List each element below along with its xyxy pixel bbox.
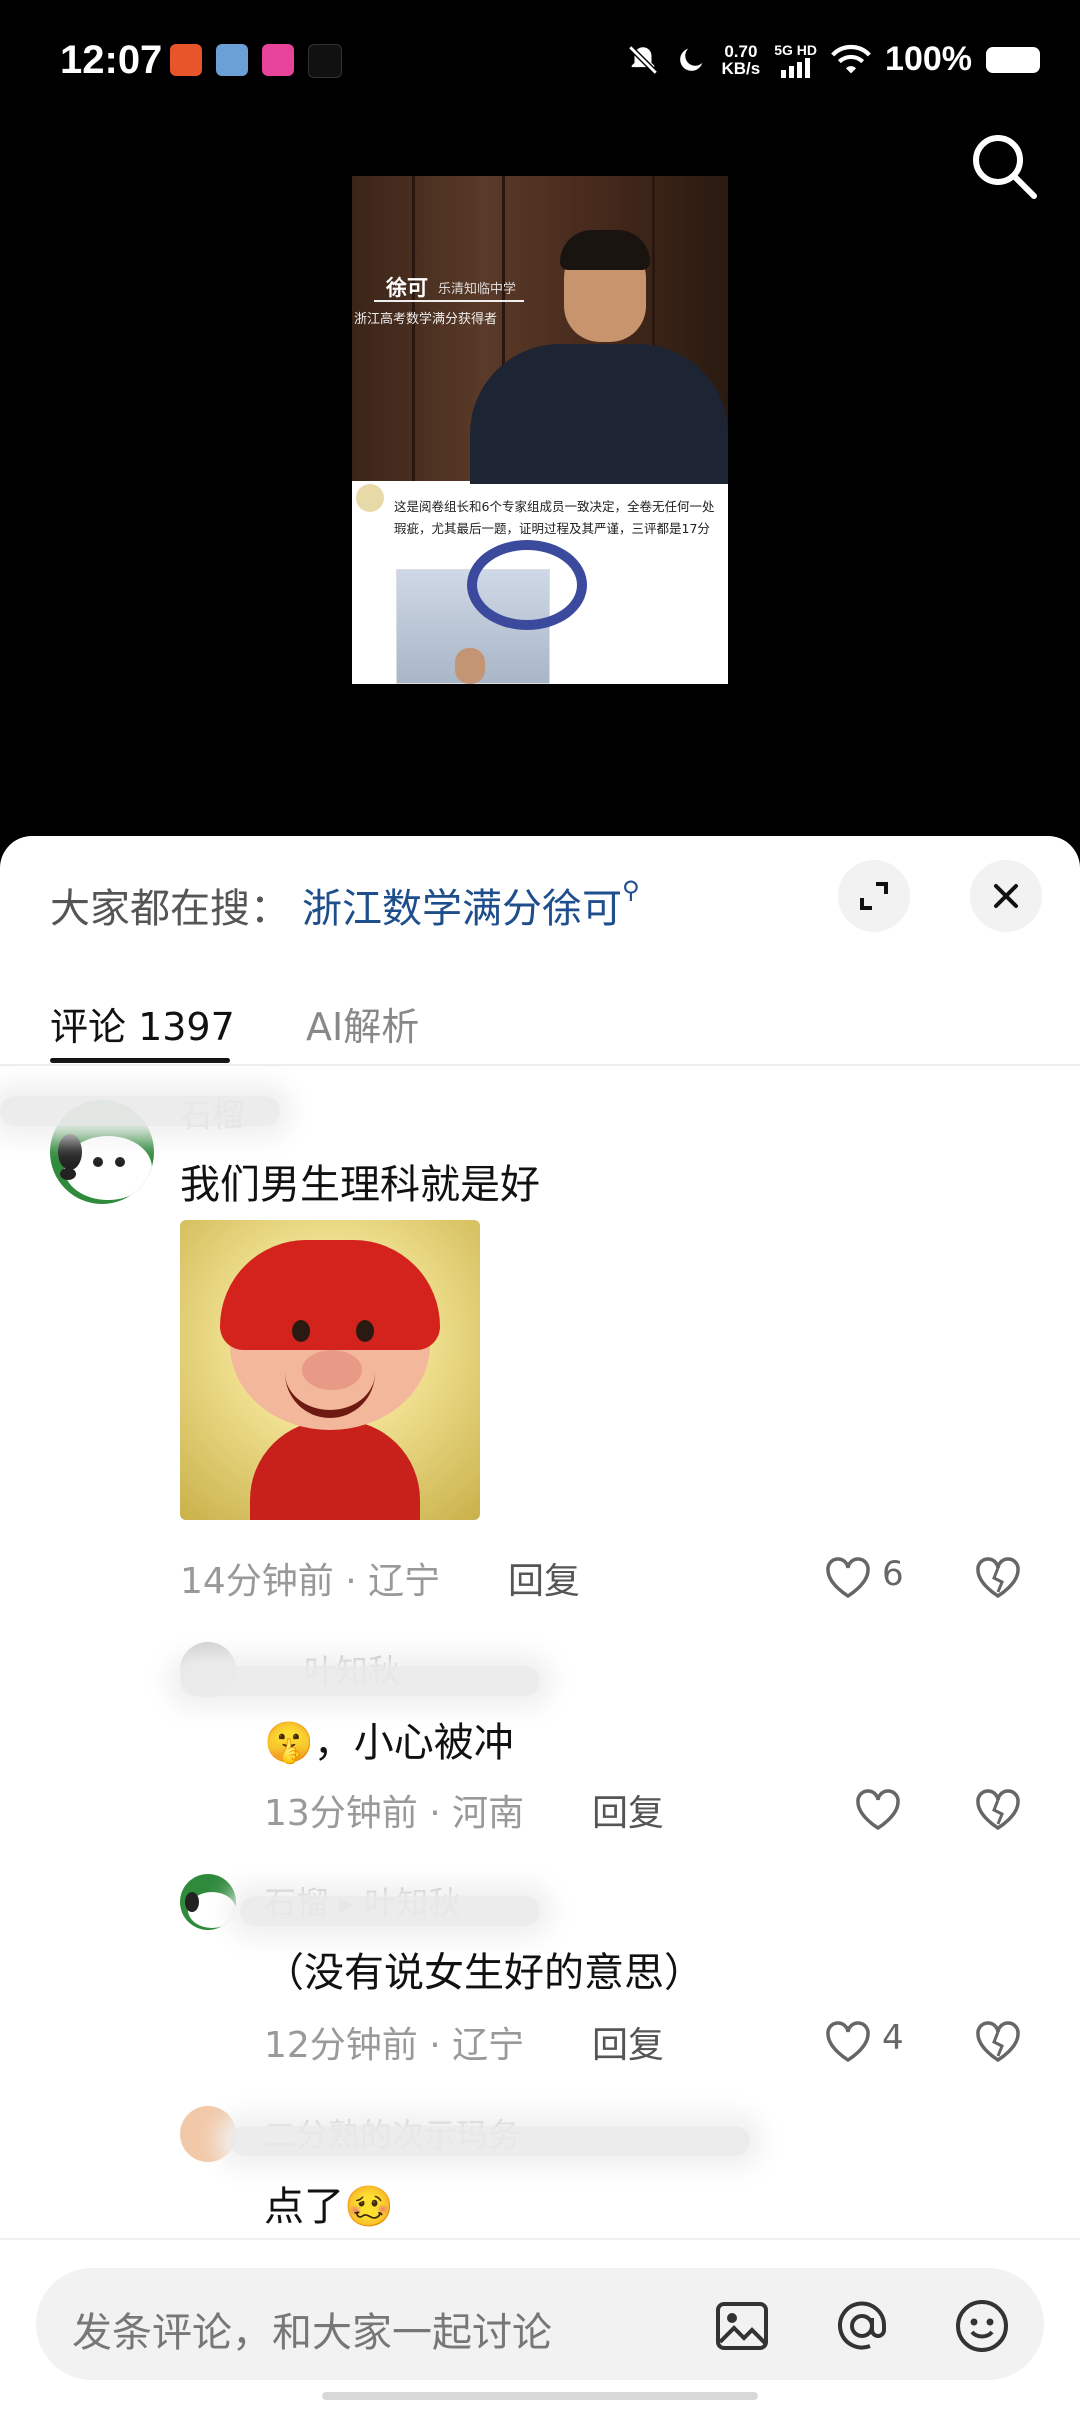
dislike-broken-heart-icon[interactable] xyxy=(972,1784,1024,1836)
comment-input-bar: 发条评论，和大家一起讨论 xyxy=(0,2238,1080,2410)
avatar[interactable] xyxy=(180,1874,236,1930)
like-heart-icon[interactable] xyxy=(822,1552,874,1604)
like-count: 4 xyxy=(882,2018,904,2058)
like-heart-icon[interactable] xyxy=(852,1784,904,1836)
comment-meta: 13分钟前 · 河南 xyxy=(264,1793,525,1834)
privacy-blur xyxy=(180,1666,540,1696)
comment-text: 点了🥴 xyxy=(264,2184,394,2230)
emoji-icon[interactable] xyxy=(952,2296,1012,2356)
comment-input-placeholder: 发条评论，和大家一起讨论 xyxy=(72,2310,552,2356)
mention-at-icon[interactable] xyxy=(832,2296,892,2356)
cartoon-dog-avatar-icon xyxy=(185,1892,236,1928)
reply-button[interactable]: 回复 xyxy=(592,2016,664,2068)
post-avatar xyxy=(356,484,384,512)
comment-input[interactable]: 发条评论，和大家一起讨论 xyxy=(36,2268,1044,2380)
search-keyword[interactable]: 浙江数学满分徐可 xyxy=(302,886,622,932)
image-icon[interactable] xyxy=(712,2296,772,2356)
comment-sheet: 大家都在搜：浙江数学满分徐可⚲ 评论 1397 AI解析 石榴 我们男 xyxy=(0,836,1080,2408)
video-school: 乐清知临中学 xyxy=(438,282,517,297)
video-subtitle: 浙江高考数学满分获得者 xyxy=(354,312,498,327)
signal: 5G HD xyxy=(774,42,817,78)
comment-text: （没有说女生好的意思） xyxy=(264,1950,704,1996)
reply-button[interactable]: 回复 xyxy=(592,1784,664,1836)
comment-text: 我们男生理科就是好 xyxy=(180,1162,540,1208)
tab-active-indicator xyxy=(50,1058,230,1063)
mute-bell-icon xyxy=(627,44,658,75)
notification-app-icons xyxy=(170,44,342,78)
privacy-blur xyxy=(0,1096,280,1126)
expand-icon xyxy=(860,882,888,910)
net-speed: 0.70 KB/s xyxy=(721,41,761,78)
moon-icon xyxy=(679,48,702,71)
post-image xyxy=(396,540,587,684)
dislike-broken-heart-icon[interactable] xyxy=(972,1552,1024,1604)
video-photo: 徐可 乐清知临中学 浙江高考数学满分获得者 xyxy=(352,176,728,484)
privacy-blur xyxy=(240,1896,540,1926)
app-notification-icon xyxy=(262,44,294,76)
battery-icon xyxy=(986,46,1040,73)
home-indicator xyxy=(322,2392,758,2400)
status-time: 12:07 xyxy=(60,38,163,82)
like-count: 6 xyxy=(882,1554,904,1594)
status-right: 0.70 KB/s 5G HD 100% xyxy=(626,40,1040,79)
tab-bar: 评论 1397 AI解析 xyxy=(0,976,1080,1066)
signal-bars-icon xyxy=(780,57,810,78)
video-name: 徐可 xyxy=(386,276,428,300)
tiktok-icon xyxy=(308,44,342,78)
close-icon xyxy=(994,884,1018,908)
app-notification-icon xyxy=(170,44,202,76)
post-text: 这是阅卷组长和6个专家组成员一致决定，全卷无任何一处瑕疵，尤其最后一题，证明过程… xyxy=(394,499,715,536)
like-heart-icon[interactable] xyxy=(822,2016,874,2068)
search-suggestion[interactable]: 大家都在搜： 浙江数学满分徐可⚲ xyxy=(50,876,640,934)
sticker-image[interactable] xyxy=(180,1220,480,1520)
comment-text: 🤫，小心被冲 xyxy=(264,1720,514,1766)
comment-meta: 12分钟前 · 辽宁 xyxy=(264,2025,525,2066)
expand-button[interactable] xyxy=(838,860,910,932)
privacy-blur xyxy=(230,2126,750,2156)
app-notification-icon xyxy=(216,44,248,76)
dislike-broken-heart-icon[interactable] xyxy=(972,2016,1024,2068)
status-bar: 12:07 0.70 KB/s 5G HD 100% xyxy=(0,0,1080,130)
battery-percent: 100% xyxy=(885,40,972,78)
wifi-icon xyxy=(831,44,871,73)
comment-item: 石榴 我们男生理科就是好 xyxy=(0,1090,1080,1520)
comment-meta: 14分钟前 · 辽宁 xyxy=(180,1561,441,1602)
search-small-icon: ⚲ xyxy=(622,876,640,904)
close-button[interactable] xyxy=(970,860,1042,932)
search-icon[interactable] xyxy=(968,130,1040,202)
avatar[interactable] xyxy=(180,2106,236,2162)
tab-ai-analysis[interactable]: AI解析 xyxy=(306,996,419,1051)
reply-button[interactable]: 回复 xyxy=(508,1552,580,1604)
video-player[interactable]: 徐可 乐清知临中学 浙江高考数学满分获得者 这是阅卷组长和6个专家组成员一致决定… xyxy=(352,176,728,684)
tab-comments[interactable]: 评论 1397 xyxy=(50,996,235,1051)
